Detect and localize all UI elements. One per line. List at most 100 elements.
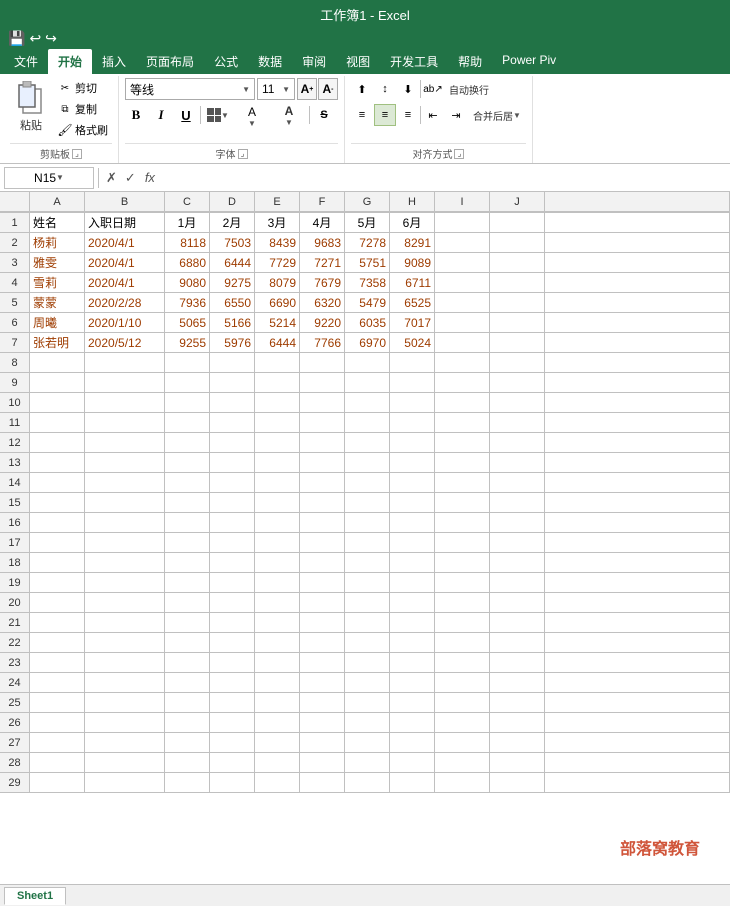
list-item[interactable] [30, 733, 85, 753]
list-item[interactable] [435, 593, 490, 613]
list-item[interactable] [255, 353, 300, 373]
list-item[interactable] [165, 613, 210, 633]
list-item[interactable]: 蒙蒙 [30, 293, 85, 313]
font-color-button[interactable]: A ▼ [272, 104, 306, 126]
list-item[interactable] [255, 433, 300, 453]
list-item[interactable] [490, 253, 545, 273]
list-item[interactable] [345, 453, 390, 473]
list-item[interactable] [345, 713, 390, 733]
list-item[interactable]: 2020/5/12 [85, 333, 165, 353]
list-item[interactable]: 6月 [390, 213, 435, 233]
list-item[interactable] [435, 413, 490, 433]
ribbon-tab-文件[interactable]: 文件 [4, 49, 48, 74]
col-header-F[interactable]: F [300, 192, 345, 212]
list-item[interactable] [165, 553, 210, 573]
list-item[interactable] [490, 333, 545, 353]
redo-button[interactable]: ↪ [45, 30, 57, 47]
empty-cell[interactable] [545, 753, 730, 773]
list-item[interactable] [490, 233, 545, 253]
list-item[interactable]: 6525 [390, 293, 435, 313]
list-item[interactable] [490, 353, 545, 373]
list-item[interactable] [165, 573, 210, 593]
list-item[interactable] [390, 673, 435, 693]
list-item[interactable] [85, 433, 165, 453]
list-item[interactable] [255, 373, 300, 393]
list-item[interactable]: 6880 [165, 253, 210, 273]
list-item[interactable] [30, 553, 85, 573]
list-item[interactable]: 5065 [165, 313, 210, 333]
list-item[interactable] [345, 353, 390, 373]
fill-color-button[interactable]: A ▼ [235, 104, 269, 126]
list-item[interactable] [300, 353, 345, 373]
list-item[interactable] [435, 393, 490, 413]
empty-cell[interactable] [545, 513, 730, 533]
empty-cell[interactable] [545, 733, 730, 753]
font-size-box[interactable]: 11 ▼ [257, 78, 295, 100]
list-item[interactable] [30, 593, 85, 613]
list-item[interactable] [390, 353, 435, 373]
borders-button[interactable]: ▼ [204, 104, 232, 126]
list-item[interactable] [435, 553, 490, 573]
list-item[interactable] [85, 613, 165, 633]
list-item[interactable] [435, 253, 490, 273]
list-item[interactable] [30, 493, 85, 513]
ribbon-tab-公式[interactable]: 公式 [204, 49, 248, 74]
list-item[interactable] [210, 533, 255, 553]
list-item[interactable] [490, 673, 545, 693]
list-item[interactable]: 5976 [210, 333, 255, 353]
list-item[interactable] [210, 433, 255, 453]
list-item[interactable] [435, 713, 490, 733]
list-item[interactable] [300, 413, 345, 433]
list-item[interactable] [435, 693, 490, 713]
list-item[interactable] [490, 693, 545, 713]
list-item[interactable]: 6444 [210, 253, 255, 273]
list-item[interactable] [390, 653, 435, 673]
col-header-C[interactable]: C [165, 192, 210, 212]
list-item[interactable]: 9683 [300, 233, 345, 253]
list-item[interactable]: 2月 [210, 213, 255, 233]
empty-cell[interactable] [545, 593, 730, 613]
list-item[interactable] [85, 493, 165, 513]
list-item[interactable] [210, 753, 255, 773]
list-item[interactable] [165, 653, 210, 673]
list-item[interactable]: 6690 [255, 293, 300, 313]
list-item[interactable] [255, 653, 300, 673]
col-header-E[interactable]: E [255, 192, 300, 212]
paste-button[interactable]: 粘贴 [10, 78, 52, 136]
list-item[interactable]: 入职日期 [85, 213, 165, 233]
list-item[interactable]: 7936 [165, 293, 210, 313]
list-item[interactable] [30, 513, 85, 533]
list-item[interactable] [85, 693, 165, 713]
list-item[interactable]: 雅雯 [30, 253, 85, 273]
list-item[interactable] [85, 653, 165, 673]
ribbon-tab-Power Piv[interactable]: Power Piv [492, 49, 566, 74]
align-right-button[interactable]: ≡ [397, 104, 419, 126]
clipboard-expand-icon[interactable]: ⌟ [72, 149, 82, 159]
list-item[interactable] [210, 453, 255, 473]
list-item[interactable]: 7503 [210, 233, 255, 253]
list-item[interactable]: 姓名 [30, 213, 85, 233]
list-item[interactable] [390, 373, 435, 393]
list-item[interactable]: 2020/4/1 [85, 253, 165, 273]
font-expand-icon[interactable]: ⌟ [238, 149, 248, 159]
col-header-H[interactable]: H [390, 192, 435, 212]
list-item[interactable] [210, 573, 255, 593]
confirm-formula-button[interactable]: ✓ [122, 170, 139, 186]
list-item[interactable] [490, 773, 545, 793]
list-item[interactable] [85, 373, 165, 393]
list-item[interactable] [345, 553, 390, 573]
empty-cell[interactable] [545, 673, 730, 693]
list-item[interactable] [300, 713, 345, 733]
list-item[interactable] [490, 633, 545, 653]
list-item[interactable]: 6320 [300, 293, 345, 313]
list-item[interactable]: 1月 [165, 213, 210, 233]
empty-cell[interactable] [545, 413, 730, 433]
list-item[interactable] [300, 573, 345, 593]
list-item[interactable] [30, 413, 85, 433]
list-item[interactable] [435, 733, 490, 753]
list-item[interactable]: 8291 [390, 233, 435, 253]
list-item[interactable]: 9089 [390, 253, 435, 273]
list-item[interactable] [345, 393, 390, 413]
list-item[interactable]: 7679 [300, 273, 345, 293]
list-item[interactable] [435, 573, 490, 593]
